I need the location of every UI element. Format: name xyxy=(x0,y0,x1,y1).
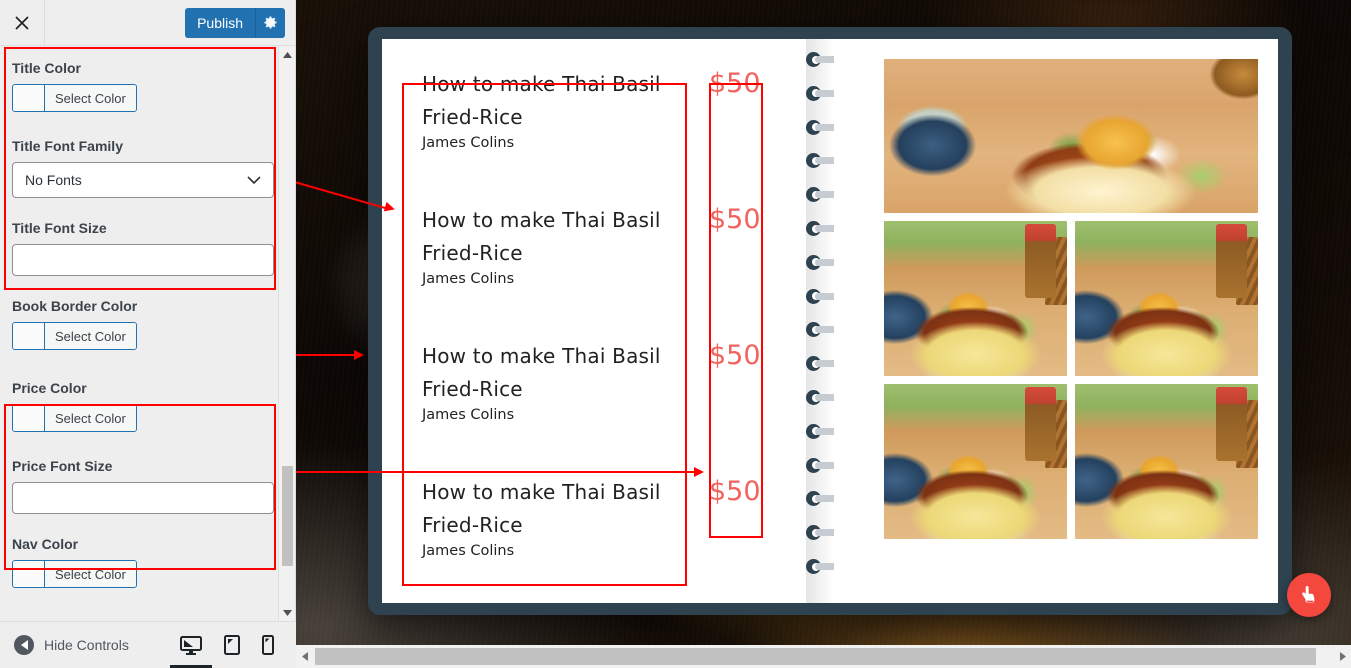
nav-color-picker[interactable]: Select Color xyxy=(12,560,137,588)
food-image xyxy=(884,59,1258,213)
scroll-right-arrow-icon[interactable] xyxy=(1334,645,1351,668)
recipe-photo-thumb[interactable] xyxy=(884,221,1067,376)
device-preview-switcher xyxy=(180,630,282,660)
hide-controls-label: Hide Controls xyxy=(44,637,129,653)
publish-button[interactable]: Publish xyxy=(185,7,255,38)
pointing-hand-icon xyxy=(1302,586,1315,603)
price-font-size-input[interactable] xyxy=(12,482,274,514)
control-label: Book Border Color xyxy=(12,298,138,314)
control-title-font-size: Title Font Size xyxy=(12,220,296,276)
sidebar-scroll-thumb[interactable] xyxy=(282,466,293,566)
control-label: Title Font Size xyxy=(12,220,107,236)
customizer-screen: How to make Thai Basil Fried-Rice James … xyxy=(0,0,1351,668)
help-fab-button[interactable] xyxy=(1287,573,1331,617)
select-color-label: Select Color xyxy=(45,323,136,349)
control-book-border-color: Book Border Color Select Color xyxy=(12,298,296,354)
control-title-color: Title Color Select Color xyxy=(12,60,296,116)
color-swatch xyxy=(13,323,45,349)
control-label: Nav Color xyxy=(12,536,79,552)
device-mobile-button[interactable] xyxy=(262,630,274,660)
food-image xyxy=(1075,221,1258,376)
title-font-size-input[interactable] xyxy=(12,244,274,276)
publish-settings-button[interactable] xyxy=(255,7,285,38)
select-color-label: Select Color xyxy=(45,405,136,431)
horizontal-scrollbar[interactable] xyxy=(296,645,1351,668)
publish-group: Publish xyxy=(185,7,285,38)
food-image xyxy=(884,221,1067,376)
close-customizer-button[interactable] xyxy=(0,0,45,45)
recipe-photo-thumb[interactable] xyxy=(884,384,1067,539)
control-nav-color: Nav Color Select Color xyxy=(12,536,296,592)
select-color-label: Select Color xyxy=(45,561,136,587)
photo-grid xyxy=(884,59,1262,539)
food-image xyxy=(1075,384,1258,539)
control-title-font-family: Title Font Family No Fonts xyxy=(12,138,296,198)
tablet-icon xyxy=(224,635,240,655)
preview-pane: How to make Thai Basil Fried-Rice James … xyxy=(296,0,1351,645)
control-label: Title Font Family xyxy=(12,138,123,154)
chevron-down-icon xyxy=(247,172,261,188)
sidebar-header: Publish xyxy=(0,0,295,46)
gear-icon xyxy=(264,16,277,29)
scroll-down-arrow-icon[interactable] xyxy=(279,604,296,621)
collapse-arrow-icon xyxy=(14,635,34,655)
select-value: No Fonts xyxy=(25,172,82,188)
title-font-family-select[interactable]: No Fonts xyxy=(12,162,274,198)
device-tablet-button[interactable] xyxy=(224,630,240,660)
control-price-color: Price Color Select Color xyxy=(12,380,296,436)
customizer-sidebar: Publish Title Color Select Color Title F… xyxy=(0,0,296,668)
food-image xyxy=(884,384,1067,539)
scroll-up-arrow-icon[interactable] xyxy=(279,46,296,63)
hide-controls-button[interactable]: Hide Controls xyxy=(14,635,129,655)
recipe-book: How to make Thai Basil Fried-Rice James … xyxy=(368,27,1292,615)
scroll-left-arrow-icon[interactable] xyxy=(296,645,313,668)
book-page-right xyxy=(834,39,1278,603)
sidebar-controls: Title Color Select Color Title Font Fami… xyxy=(0,46,296,621)
horizontal-scroll-track[interactable] xyxy=(313,645,1334,668)
mobile-icon xyxy=(262,635,274,655)
recipe-photo-thumb[interactable] xyxy=(1075,221,1258,376)
desktop-icon xyxy=(180,635,202,655)
recipe-photo-thumb[interactable] xyxy=(1075,384,1258,539)
price-color-picker[interactable]: Select Color xyxy=(12,404,137,432)
recipe-photo-hero[interactable] xyxy=(884,59,1258,213)
control-label: Price Color xyxy=(12,380,87,396)
book-pages: How to make Thai Basil Fried-Rice James … xyxy=(382,39,1278,603)
book-border-color-picker[interactable]: Select Color xyxy=(12,322,137,350)
control-price-font-size: Price Font Size xyxy=(12,458,296,514)
color-swatch xyxy=(13,405,45,431)
close-icon xyxy=(15,15,29,30)
color-swatch xyxy=(13,561,45,587)
horizontal-scroll-thumb[interactable] xyxy=(315,648,1316,665)
control-label: Title Color xyxy=(12,60,81,76)
control-label: Price Font Size xyxy=(12,458,113,474)
device-desktop-button[interactable] xyxy=(180,630,202,660)
title-color-picker[interactable]: Select Color xyxy=(12,84,137,112)
select-color-label: Select Color xyxy=(45,85,136,111)
color-swatch xyxy=(13,85,45,111)
sidebar-footer: Hide Controls xyxy=(0,621,296,668)
sidebar-scrollbar[interactable] xyxy=(278,46,295,621)
